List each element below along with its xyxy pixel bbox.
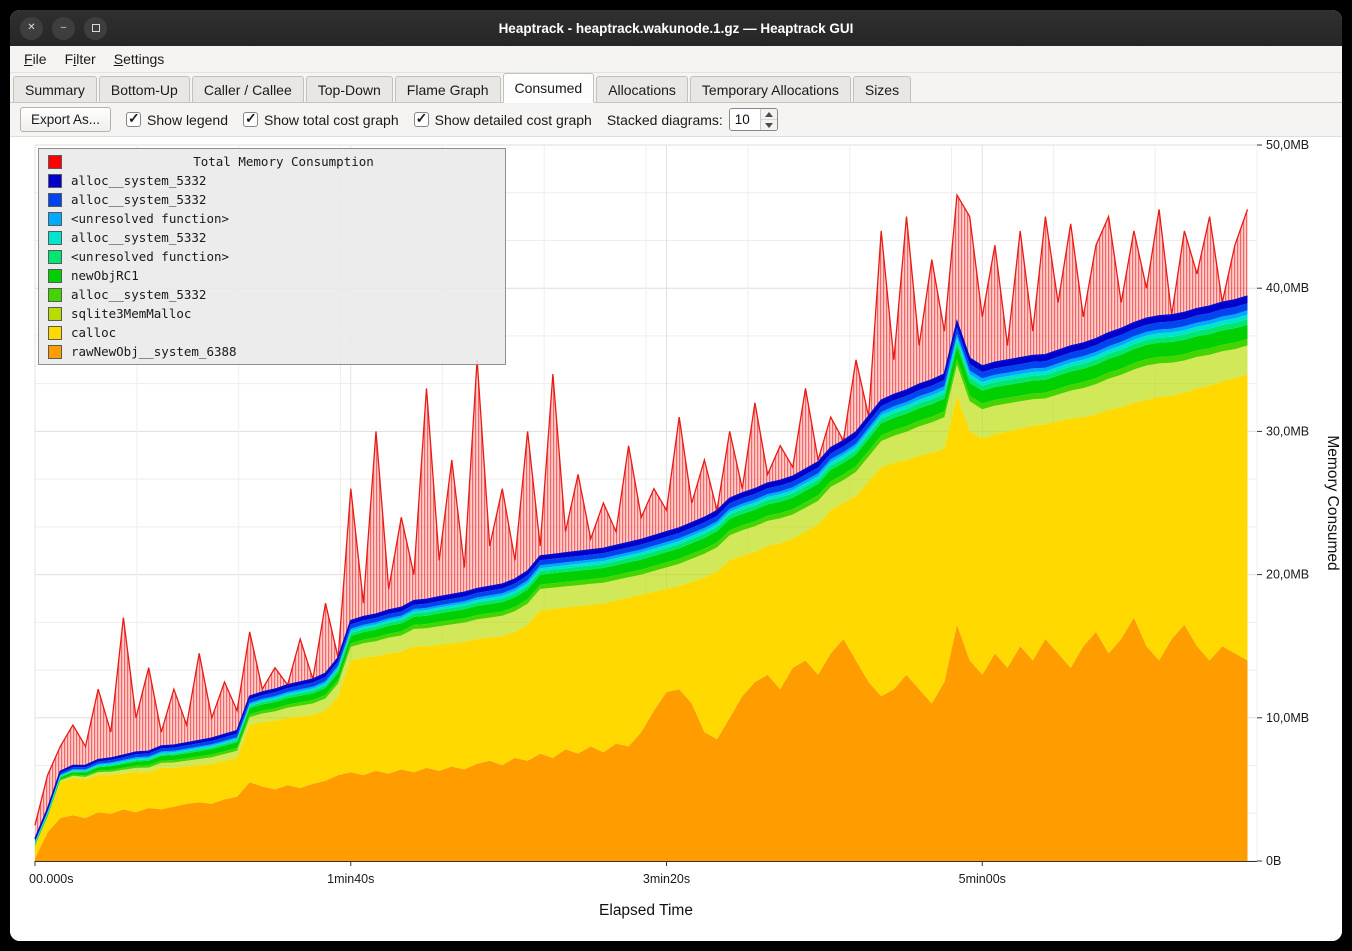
maximize-glyph bbox=[92, 24, 100, 32]
title-bar[interactable]: ✕ – Heaptrack - heaptrack.wakunode.1.gz … bbox=[10, 10, 1342, 46]
svg-text:00.000s: 00.000s bbox=[29, 872, 73, 886]
heaptrack-window: ✕ – Heaptrack - heaptrack.wakunode.1.gz … bbox=[10, 10, 1342, 941]
legend-swatch-icon bbox=[48, 193, 62, 207]
checkbox-box[interactable] bbox=[414, 112, 429, 127]
show-detailed-cost-checkbox[interactable]: Show detailed cost graph bbox=[414, 112, 592, 128]
tab-top-down[interactable]: Top-Down bbox=[306, 76, 393, 102]
legend-swatch-icon bbox=[48, 288, 62, 302]
legend-label: sqlite3MemMalloc bbox=[71, 306, 191, 321]
legend-swatch-icon bbox=[48, 231, 62, 245]
close-glyph: ✕ bbox=[27, 23, 35, 33]
chart-region: 00.000s 1min40s 3min20s 5min00s 0B 10,0MB 20,0… bbox=[10, 137, 1342, 941]
svg-text:20,0MB: 20,0MB bbox=[1266, 568, 1309, 582]
minimize-glyph: – bbox=[61, 23, 67, 33]
legend-label: <unresolved function> bbox=[71, 211, 229, 226]
legend-label: alloc__system_5332 bbox=[71, 173, 206, 188]
toolbar: Export As... Show legend Show total cost… bbox=[10, 103, 1342, 137]
tab-sizes[interactable]: Sizes bbox=[853, 76, 911, 102]
spin-up-button[interactable] bbox=[761, 109, 777, 119]
checkbox-label: Show total cost graph bbox=[264, 112, 399, 128]
svg-text:50,0MB: 50,0MB bbox=[1266, 138, 1309, 152]
svg-text:30,0MB: 30,0MB bbox=[1266, 424, 1309, 438]
tab-summary[interactable]: Summary bbox=[13, 76, 97, 102]
spin-down-icon bbox=[765, 123, 773, 128]
spin-down-button[interactable] bbox=[761, 119, 777, 130]
legend-item: alloc__system_5332 bbox=[39, 285, 505, 304]
svg-text:5min00s: 5min00s bbox=[959, 872, 1006, 886]
svg-text:10,0MB: 10,0MB bbox=[1266, 711, 1309, 725]
export-as-button[interactable]: Export As... bbox=[20, 107, 111, 132]
svg-text:0B: 0B bbox=[1266, 854, 1281, 868]
legend-swatch-icon bbox=[48, 345, 62, 359]
legend-swatch-icon bbox=[48, 326, 62, 340]
window-controls: ✕ – bbox=[20, 10, 107, 46]
tab-caller-callee[interactable]: Caller / Callee bbox=[192, 76, 304, 102]
window-title: Heaptrack - heaptrack.wakunode.1.gz — He… bbox=[10, 21, 1342, 36]
menu-filter[interactable]: Filter bbox=[57, 48, 104, 70]
legend-swatch-icon bbox=[48, 155, 62, 169]
chart-legend: Total Memory Consumption alloc__system_53… bbox=[38, 148, 506, 365]
legend-item: alloc__system_5332 bbox=[39, 228, 505, 247]
spinner-buttons bbox=[760, 109, 777, 130]
legend-swatch-icon bbox=[48, 269, 62, 283]
checkbox-label: Show legend bbox=[147, 112, 228, 128]
legend-swatch-icon bbox=[48, 212, 62, 226]
minimize-icon[interactable]: – bbox=[52, 17, 75, 40]
svg-text:Elapsed Time: Elapsed Time bbox=[599, 902, 693, 919]
legend-item: rawNewObj__system_6388 bbox=[39, 342, 505, 361]
tab-bottom-up[interactable]: Bottom-Up bbox=[99, 76, 190, 102]
tab-flame-graph[interactable]: Flame Graph bbox=[395, 76, 501, 102]
tab-temporary-allocations[interactable]: Temporary Allocations bbox=[690, 76, 851, 102]
stacked-diagrams-label: Stacked diagrams: bbox=[607, 112, 723, 128]
svg-text:Memory Consumed: Memory Consumed bbox=[1324, 435, 1341, 570]
maximize-icon[interactable] bbox=[84, 17, 107, 40]
legend-item: <unresolved function> bbox=[39, 247, 505, 266]
legend-item: calloc bbox=[39, 323, 505, 342]
svg-text:3min20s: 3min20s bbox=[643, 872, 690, 886]
legend-label: rawNewObj__system_6388 bbox=[71, 344, 237, 359]
legend-title-row: Total Memory Consumption bbox=[39, 152, 505, 171]
legend-item: alloc__system_5332 bbox=[39, 190, 505, 209]
legend-swatch-icon bbox=[48, 174, 62, 188]
svg-text:40,0MB: 40,0MB bbox=[1266, 281, 1309, 295]
legend-item: <unresolved function> bbox=[39, 209, 505, 228]
legend-item: newObjRC1 bbox=[39, 266, 505, 285]
close-icon[interactable]: ✕ bbox=[20, 17, 43, 40]
svg-text:1min40s: 1min40s bbox=[327, 872, 374, 886]
show-legend-checkbox[interactable]: Show legend bbox=[126, 112, 228, 128]
stacked-diagrams-spinner[interactable] bbox=[729, 108, 778, 131]
menu-settings[interactable]: Settings bbox=[106, 48, 173, 70]
spin-up-icon bbox=[765, 112, 773, 117]
legend-item: sqlite3MemMalloc bbox=[39, 304, 505, 323]
checkbox-box[interactable] bbox=[126, 112, 141, 127]
menu-file[interactable]: File bbox=[16, 48, 55, 70]
show-total-cost-checkbox[interactable]: Show total cost graph bbox=[243, 112, 399, 128]
stacked-diagrams-control: Stacked diagrams: bbox=[607, 108, 778, 131]
legend-label: alloc__system_5332 bbox=[71, 192, 206, 207]
legend-label: calloc bbox=[71, 325, 116, 340]
stacked-diagrams-input[interactable] bbox=[730, 109, 760, 130]
legend-label: alloc__system_5332 bbox=[71, 230, 206, 245]
legend-label: alloc__system_5332 bbox=[71, 287, 206, 302]
legend-swatch-icon bbox=[48, 307, 62, 321]
legend-label: Total Memory Consumption bbox=[71, 154, 496, 169]
legend-label: <unresolved function> bbox=[71, 249, 229, 264]
tab-consumed[interactable]: Consumed bbox=[503, 73, 595, 103]
tab-bar: Summary Bottom-Up Caller / Callee Top-Do… bbox=[10, 73, 1342, 103]
checkbox-label: Show detailed cost graph bbox=[435, 112, 592, 128]
menu-bar: File Filter Settings bbox=[10, 46, 1342, 73]
legend-item: alloc__system_5332 bbox=[39, 171, 505, 190]
tab-allocations[interactable]: Allocations bbox=[596, 76, 688, 102]
legend-label: newObjRC1 bbox=[71, 268, 139, 283]
checkbox-box[interactable] bbox=[243, 112, 258, 127]
legend-swatch-icon bbox=[48, 250, 62, 264]
